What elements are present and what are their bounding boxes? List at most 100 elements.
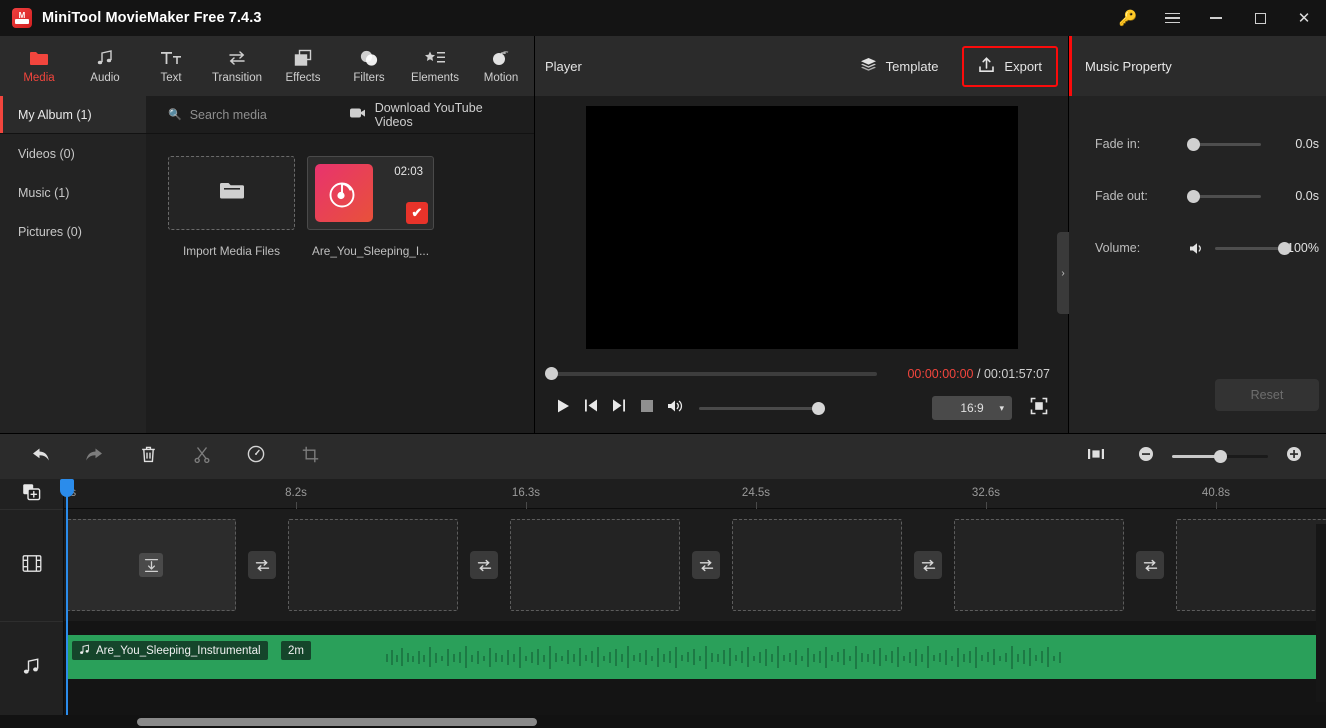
tab-motion-label: Motion (483, 72, 519, 85)
minimize-button[interactable] (1194, 0, 1238, 36)
delete-button[interactable] (130, 441, 166, 473)
track-headers (0, 479, 64, 715)
sidebar-item-videos[interactable]: Videos (0) (0, 134, 146, 173)
volume-row: Volume: 100% (1069, 222, 1326, 274)
player-volume-knob[interactable] (812, 401, 825, 415)
transition-button[interactable] (692, 551, 720, 579)
undo-button[interactable] (22, 441, 58, 473)
tab-filters[interactable]: Filters (336, 36, 402, 96)
transition-button[interactable] (470, 551, 498, 579)
fit-to-screen-button[interactable] (1078, 441, 1114, 473)
media-item[interactable]: 02:03 ✔ Are_You_Sleeping_I... (307, 156, 434, 258)
effects-icon (294, 47, 312, 69)
reset-button[interactable]: Reset (1214, 379, 1319, 411)
crop-button[interactable] (292, 441, 328, 473)
reset-row: Reset (1069, 379, 1326, 433)
video-slot[interactable] (510, 519, 680, 611)
audio-track[interactable]: Are_You_Sleeping_Instrumental 2m (64, 621, 1326, 715)
tab-motion[interactable]: Motion (468, 36, 534, 96)
transition-button[interactable] (914, 551, 942, 579)
menu-button[interactable] (1150, 0, 1194, 36)
download-youtube-button[interactable]: Download YouTube Videos (349, 101, 514, 129)
tab-text[interactable]: Text (138, 36, 204, 96)
redo-button[interactable] (76, 441, 112, 473)
export-highlight-box: Export (962, 45, 1058, 87)
tab-transition[interactable]: Transition (204, 36, 270, 96)
aspect-ratio-select[interactable]: 16:9 ▾ (932, 396, 1012, 420)
fade-out-knob[interactable] (1187, 189, 1200, 203)
time-display: 00:00:00:00 / 00:01:57:07 (907, 367, 1056, 381)
timeline-zoom-slider[interactable] (1172, 450, 1268, 463)
import-media-dropzone[interactable] (168, 156, 295, 230)
fade-in-row: Fade in: 0.0s (1069, 118, 1326, 170)
sidebar-item-music[interactable]: Music (1) (0, 173, 146, 212)
volume-button[interactable] (661, 394, 689, 422)
audio-clip[interactable]: Are_You_Sleeping_Instrumental 2m (66, 635, 1326, 679)
zoom-in-button[interactable] (1276, 441, 1312, 473)
player-volume-slider[interactable] (699, 401, 825, 415)
export-highlight-edge (1069, 36, 1072, 96)
timeline-ruler[interactable]: 0s 8.2s 16.3s 24.5s 32.6s 40.8s (64, 479, 1326, 509)
search-input[interactable] (189, 107, 350, 122)
zoom-slider-knob[interactable] (1214, 450, 1228, 463)
aspect-ratio-value: 16:9 (960, 401, 984, 415)
tab-media-label: Media (23, 72, 55, 85)
video-slot[interactable] (66, 519, 236, 611)
property-volume-icon[interactable] (1189, 242, 1205, 255)
tab-media[interactable]: Media (6, 36, 72, 96)
fade-in-slider[interactable] (1187, 137, 1261, 151)
timeline-region: 0s 8.2s 16.3s 24.5s 32.6s 40.8s Are_You_… (0, 433, 1326, 728)
property-volume-slider[interactable] (1215, 241, 1291, 255)
export-button[interactable]: Export (964, 48, 1056, 85)
transition-button[interactable] (1136, 551, 1164, 579)
media-thumbnail-card[interactable]: 02:03 ✔ (307, 156, 434, 230)
album-list: Videos (0) Music (1) Pictures (0) (0, 134, 146, 433)
video-track-header[interactable] (0, 509, 63, 621)
player-controls: 16:9 ▾ (535, 389, 1068, 433)
video-slot[interactable] (1176, 519, 1326, 611)
collapse-panel-handle[interactable]: › (1057, 232, 1069, 314)
zoom-slider-fill (1172, 455, 1220, 458)
license-key-button[interactable]: 🔑 (1106, 0, 1150, 36)
tab-effects[interactable]: Effects (270, 36, 336, 96)
scissors-icon (194, 446, 210, 468)
import-media-cell[interactable]: Import Media Files (168, 156, 295, 258)
stop-button[interactable] (633, 394, 661, 422)
fade-out-slider[interactable] (1187, 189, 1261, 203)
maximize-icon (1254, 12, 1266, 24)
chevron-down-icon: ▾ (999, 402, 1004, 413)
video-slot[interactable] (732, 519, 902, 611)
tab-elements[interactable]: Elements (402, 36, 468, 96)
previous-frame-button[interactable] (577, 394, 605, 422)
maximize-button[interactable] (1238, 0, 1282, 36)
scrollbar-thumb[interactable] (137, 718, 537, 726)
property-volume-knob[interactable] (1278, 241, 1291, 255)
template-button[interactable]: Template (846, 48, 953, 84)
play-icon (557, 399, 570, 418)
play-button[interactable] (549, 394, 577, 422)
transition-button[interactable] (248, 551, 276, 579)
next-frame-button[interactable] (605, 394, 633, 422)
sidebar-item-my-album[interactable]: My Album (1) (0, 96, 146, 133)
video-preview[interactable] (585, 106, 1018, 349)
speed-button[interactable] (238, 441, 274, 473)
seek-knob[interactable] (545, 367, 558, 380)
split-button[interactable] (184, 441, 220, 473)
tab-audio[interactable]: Audio (72, 36, 138, 96)
fade-in-knob[interactable] (1187, 137, 1200, 151)
add-track-button[interactable] (0, 479, 63, 509)
timeline-horizontal-scrollbar[interactable] (0, 715, 1326, 728)
timeline-toolbar (0, 434, 1326, 479)
pictures-label: Pictures (0) (18, 224, 82, 239)
seek-slider[interactable] (545, 367, 877, 380)
fullscreen-button[interactable] (1028, 397, 1050, 419)
transition-icon (227, 47, 247, 69)
video-track[interactable] (64, 509, 1326, 621)
video-slot[interactable] (954, 519, 1124, 611)
media-selected-checkbox[interactable]: ✔ (406, 202, 428, 224)
audio-track-header[interactable] (0, 621, 63, 715)
video-slot[interactable] (288, 519, 458, 611)
zoom-out-button[interactable] (1128, 441, 1164, 473)
sidebar-item-pictures[interactable]: Pictures (0) (0, 212, 146, 251)
close-button[interactable]: ✕ (1282, 0, 1326, 36)
